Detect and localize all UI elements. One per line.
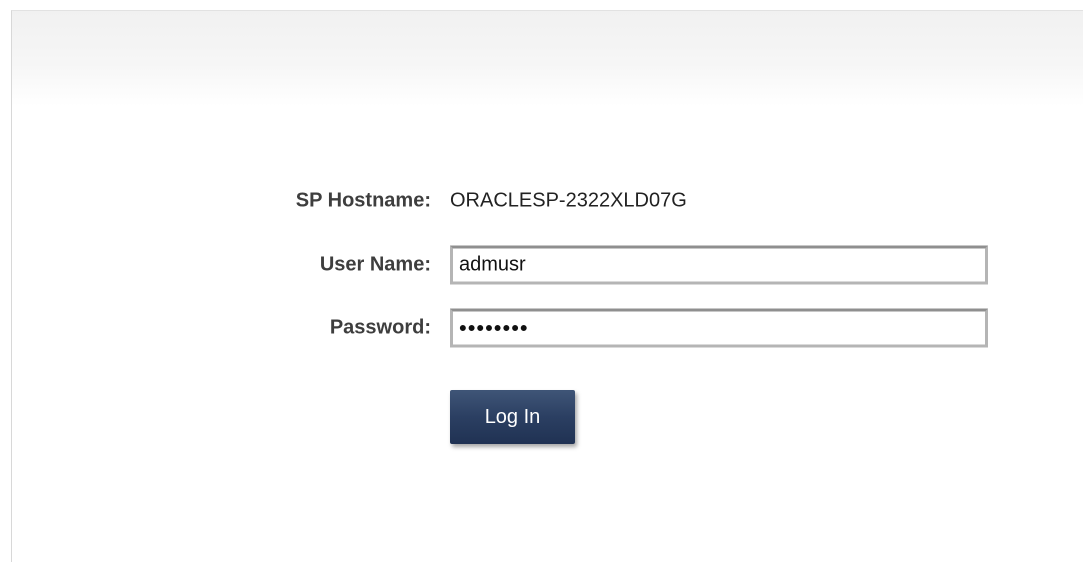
header-band [12, 11, 1083, 106]
password-label: Password: [329, 316, 431, 339]
username-label: User Name: [319, 253, 431, 276]
username-row: User Name: [12, 245, 1083, 285]
password-field[interactable] [450, 308, 988, 348]
login-panel: SP Hostname: ORACLESP-2322XLD07G User Na… [11, 10, 1083, 562]
password-row: Password: [12, 308, 1083, 348]
hostname-label: SP Hostname: [295, 189, 431, 212]
username-field[interactable] [450, 245, 988, 285]
login-button[interactable]: Log In [450, 390, 575, 444]
hostname-value: ORACLESP-2322XLD07G [450, 189, 687, 212]
hostname-row: SP Hostname: ORACLESP-2322XLD07G [12, 181, 1083, 221]
